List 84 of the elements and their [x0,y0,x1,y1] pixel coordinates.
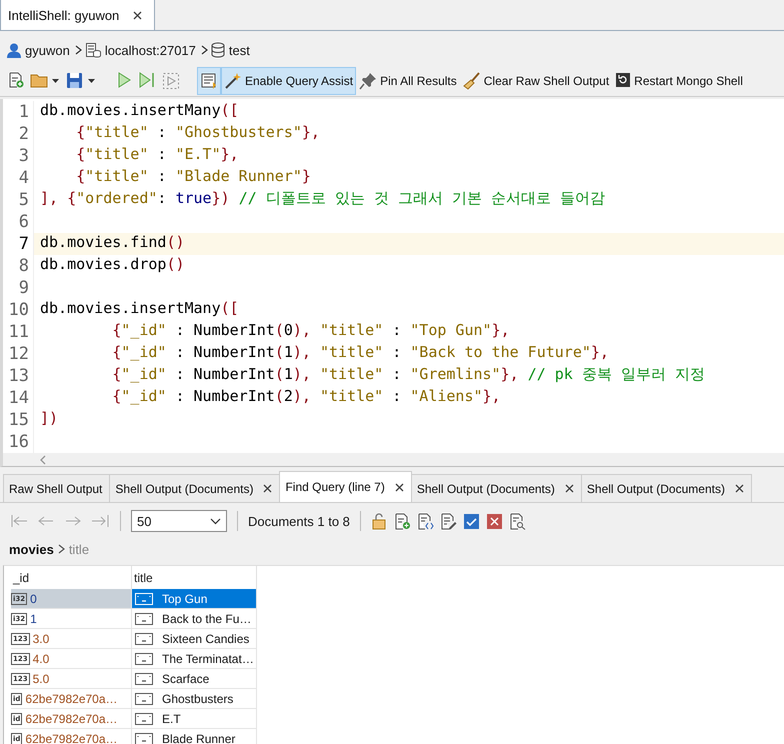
broom-icon [462,72,481,90]
restart-icon [615,72,632,90]
add-document-icon[interactable] [394,512,411,530]
table-cell: Scarface [162,672,210,686]
table-cell: Top Gun [162,592,208,606]
magic-wand-icon [224,72,242,90]
code-line: {"title" : "Ghostbusters"}, [75,123,320,141]
checked-box-icon[interactable] [462,512,480,530]
close-icon[interactable] [394,482,404,492]
table-cell: Back to the Fu… [162,612,252,626]
run-selection-icon [162,72,180,90]
format-button[interactable] [197,66,221,94]
delete-box-icon[interactable] [486,512,503,530]
server-icon [84,42,101,58]
code-line: ]) [40,409,58,427]
code-line: db.movies.insertMany([ [40,101,239,119]
code-line: db.movies.insertMany([ [40,299,239,317]
code-line: ], {"ordered": true}) // 디폴트로 있는 것 그래서 기본 순서대로 들어감 [40,189,605,207]
unlock-icon[interactable] [370,512,388,530]
table-cell: E.T [162,712,181,726]
result-tab[interactable]: Shell Output (Documents) [109,474,280,502]
code-line: {"title" : "E.T"}, [75,145,239,163]
database-icon [210,42,225,58]
result-tab[interactable]: Find Query (line 7) [279,471,412,502]
user-icon [7,42,21,58]
save-icon [66,72,96,90]
result-tab[interactable]: Shell Output (Documents) [580,474,752,502]
string-type-icon [135,712,153,724]
breadcrumb-item[interactable]: test [228,42,250,58]
path-item[interactable]: movies [9,542,54,556]
close-icon[interactable] [263,484,272,493]
document-range: Documents 1 to 8 [248,514,350,528]
code-line: {"_id" : NumberInt(1), "title" : "Gremlins"}, // pk 중복 일부러 지정 [111,365,705,383]
string-type-icon [135,732,153,744]
chevron-icon [200,45,208,55]
close-icon[interactable] [564,484,574,493]
assist-button[interactable]: Enable Query Assist [221,66,356,94]
string-type-icon [135,592,153,604]
code-line: {"_id" : NumberInt(1), "title" : "Back to the Future"}, [111,343,609,361]
format-icon [200,72,218,90]
code-line: {"_id" : NumberInt(2), "title" : "Aliens"}, [111,387,501,405]
page-size-dropdown[interactable]: 50 [131,510,227,532]
pin-icon [359,72,378,90]
table-cell: 5.0 [32,672,50,686]
table-cell: 62be7982e70a… [25,712,118,726]
table-cell: 0 [30,592,37,606]
result-tab[interactable]: Shell Output (Documents) [410,474,582,502]
clear-button[interactable]: Clear Raw Shell Output [460,66,612,94]
code-line: db.movies.drop() [40,255,184,273]
run-step-icon [138,72,156,90]
document-code-icon[interactable] [416,512,434,530]
table-cell: 4.0 [32,652,50,666]
table-cell: 62be7982e70a… [25,732,118,744]
breadcrumb-item[interactable]: localhost:27017 [104,42,196,58]
folder-icon [30,72,60,90]
table-cell: Sixteen Candies [162,632,250,646]
new-script-icon [8,72,24,90]
table-cell: 62be7982e70a… [25,692,118,706]
string-type-icon [135,652,153,664]
result-tab[interactable]: Raw Shell Output [3,474,110,502]
close-icon[interactable] [734,484,744,493]
code-line: {"title" : "Blade Runner"} [75,167,311,185]
table-cell: 3.0 [32,632,50,646]
table-cell: 1 [30,612,37,626]
close-icon[interactable] [133,10,142,20]
string-type-icon [135,612,153,624]
pin-button[interactable]: Pin All Results [356,66,460,94]
search-document-icon[interactable] [508,512,526,530]
table-cell: Blade Runner [162,732,236,744]
string-type-icon [135,632,153,644]
code-line: db.movies.find() [40,233,184,251]
chevron-icon [58,544,65,554]
chevron-icon [74,45,82,55]
run-icon [116,72,132,90]
table-cell: Ghostbusters [162,692,234,706]
restart-button[interactable]: Restart Mongo Shell [612,66,746,94]
string-type-icon [135,692,153,704]
chevron-down-icon [210,518,221,524]
edit-document-icon[interactable] [440,512,457,530]
breadcrumb-item[interactable]: gyuwon [25,42,70,58]
table-cell: The Terminatat… [162,652,254,666]
string-type-icon [135,672,153,684]
shell-tab[interactable]: IntelliShell: gyuwon [0,0,156,30]
code-line: {"_id" : NumberInt(0), "title" : "Top Gun"}, [111,321,510,339]
